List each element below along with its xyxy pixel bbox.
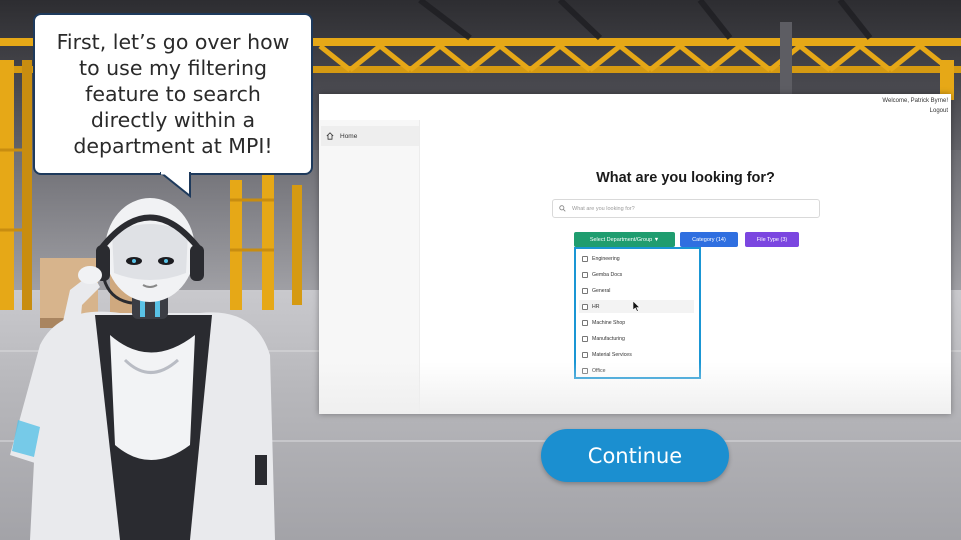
home-icon xyxy=(326,132,334,140)
search-input[interactable] xyxy=(572,205,802,212)
option-label: Gemba Docs xyxy=(592,271,623,278)
sidebar-item-label: Home xyxy=(340,132,358,140)
file-type-filter-button[interactable]: File Type (3) xyxy=(745,232,799,247)
department-option-manufacturing[interactable]: Manufacturing xyxy=(579,332,694,345)
department-option-gemba-docs[interactable]: Gemba Docs xyxy=(579,268,694,281)
mouse-cursor-icon xyxy=(633,301,641,312)
search-icon xyxy=(559,205,566,212)
checkbox[interactable] xyxy=(582,255,588,262)
department-filter-button[interactable]: Select Department/Group ▼ xyxy=(574,232,675,247)
checkbox[interactable] xyxy=(582,287,588,294)
checkbox[interactable] xyxy=(582,367,588,374)
department-option-general[interactable]: General xyxy=(579,284,694,297)
option-label: Manufacturing xyxy=(592,335,625,342)
checkbox[interactable] xyxy=(582,271,588,278)
department-option-material-services[interactable]: Material Services xyxy=(579,348,694,361)
search-box[interactable] xyxy=(552,199,820,218)
category-filter-button[interactable]: Category (14) xyxy=(680,232,738,247)
app-screenshot: Welcome, Patrick Byrne! Logout Home What… xyxy=(319,94,951,414)
speech-bubble: First, let’s go over how to use my filte… xyxy=(33,13,313,175)
option-label: HR xyxy=(592,303,600,310)
department-option-machine-shop[interactable]: Machine Shop xyxy=(579,316,694,329)
department-dropdown[interactable]: Engineering Gemba Docs General HR Machin… xyxy=(574,247,701,379)
speech-bubble-text: First, let’s go over how to use my filte… xyxy=(56,30,290,158)
sidebar-item-home[interactable]: Home xyxy=(321,126,419,146)
page-title: What are you looking for? xyxy=(596,170,775,186)
option-label: Engineering xyxy=(592,255,620,262)
checkbox[interactable] xyxy=(582,351,588,358)
option-label: Machine Shop xyxy=(592,319,626,326)
department-option-engineering[interactable]: Engineering xyxy=(579,252,694,265)
welcome-text: Welcome, Patrick Byrne! xyxy=(882,98,948,104)
checkbox[interactable] xyxy=(582,319,588,326)
checkbox[interactable] xyxy=(582,303,588,310)
checkbox[interactable] xyxy=(582,335,588,342)
option-label: Material Services xyxy=(592,351,632,358)
logout-link[interactable]: Logout xyxy=(930,108,948,114)
robot-avatar xyxy=(10,198,275,540)
app-header: Welcome, Patrick Byrne! Logout xyxy=(319,94,951,120)
department-option-office[interactable]: Office xyxy=(579,364,694,377)
sidebar: Home xyxy=(319,120,420,414)
speech-bubble-tail xyxy=(160,172,191,198)
option-label: Office xyxy=(592,367,606,374)
option-label: General xyxy=(592,287,611,294)
continue-button[interactable]: Continue xyxy=(541,429,729,482)
